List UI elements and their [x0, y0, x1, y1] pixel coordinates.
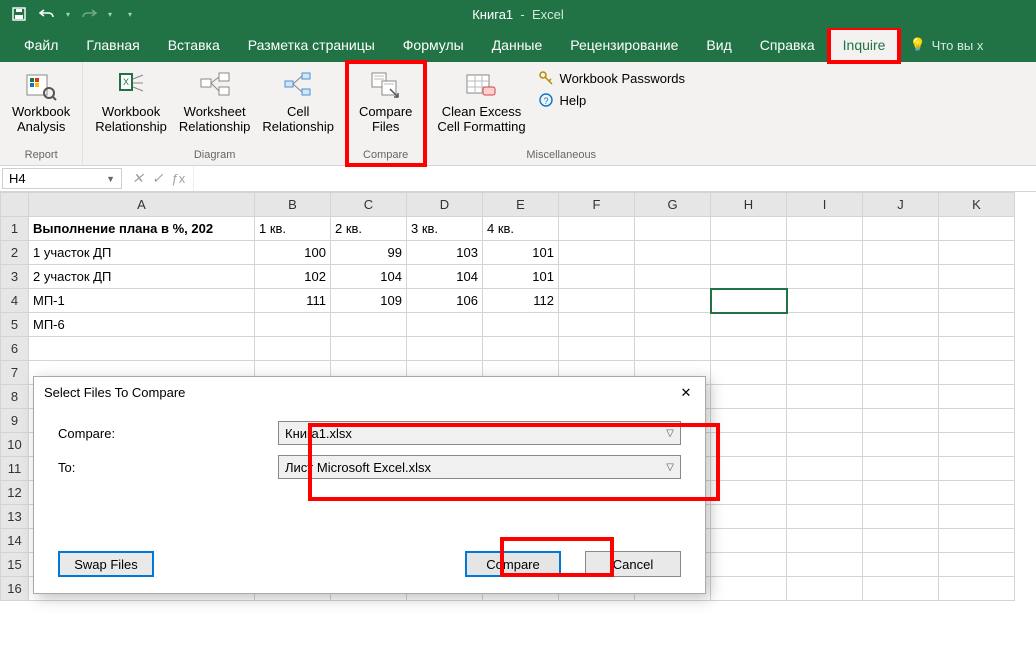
help-button[interactable]: ? Help	[532, 90, 691, 110]
group-compare: Compare Files Compare	[347, 62, 425, 165]
group-label-misc: Miscellaneous	[425, 149, 697, 165]
tab-home[interactable]: Главная	[72, 28, 153, 62]
column-headers[interactable]: ABC DEF GHI JK	[1, 193, 1015, 217]
qat-dropdown-icon[interactable]: ▾	[106, 10, 114, 19]
cancel-button[interactable]: Cancel	[585, 551, 681, 577]
formula-input[interactable]	[193, 166, 1036, 191]
table-row[interactable]: 6	[1, 337, 1015, 361]
lightbulb-icon: 💡	[909, 37, 925, 53]
tab-file[interactable]: Файл	[10, 28, 72, 62]
undo-icon[interactable]	[36, 3, 58, 25]
select-files-dialog: Select Files To Compare ✕ Compare: Книга…	[33, 376, 706, 594]
enter-formula-icon[interactable]: ✓	[152, 170, 164, 187]
group-report: Workbook Analysis Report	[0, 62, 83, 165]
key-icon	[538, 70, 554, 86]
ribbon: Workbook Analysis Report X Workbook Rela…	[0, 62, 1036, 166]
group-diagram: X Workbook Relationship Worksheet Relati…	[83, 62, 347, 165]
tab-pagelayout[interactable]: Разметка страницы	[234, 28, 389, 62]
cancel-formula-icon[interactable]: ✕	[132, 170, 144, 187]
compare-label: Compare:	[58, 426, 278, 441]
workbook-analysis-icon	[24, 68, 58, 102]
table-row[interactable]: 21 участок ДП10099103101	[1, 241, 1015, 265]
ribbon-tabs: Файл Главная Вставка Разметка страницы Ф…	[0, 28, 1036, 62]
qat-sep: ▾	[64, 10, 72, 19]
tab-view[interactable]: Вид	[692, 28, 745, 62]
tab-help[interactable]: Справка	[746, 28, 829, 62]
compare-file-dropdown[interactable]: Книга1.xlsx ▽	[278, 421, 681, 445]
active-cell[interactable]	[711, 289, 787, 313]
chevron-down-icon: ▽	[666, 428, 674, 439]
compare-button[interactable]: Compare	[465, 551, 561, 577]
clean-formatting-icon	[464, 68, 498, 102]
tab-formulas[interactable]: Формулы	[389, 28, 478, 62]
cell-relationship-icon	[281, 68, 315, 102]
window-title: Книга1 - Excel	[472, 7, 564, 22]
workbook-relationship-button[interactable]: X Workbook Relationship	[89, 66, 173, 137]
name-box[interactable]: H4 ▼	[2, 168, 122, 189]
title-bar: ▾ ▾ ▾ Книга1 - Excel	[0, 0, 1036, 28]
workbook-relationship-icon: X	[114, 68, 148, 102]
group-label-report: Report	[0, 149, 82, 165]
svg-text:X: X	[123, 77, 129, 87]
group-misc: Clean Excess Cell Formatting Workbook Pa…	[425, 62, 697, 165]
workbook-passwords-button[interactable]: Workbook Passwords	[532, 68, 691, 88]
fx-icon[interactable]: ƒx	[171, 171, 185, 186]
to-label: To:	[58, 460, 278, 475]
help-icon: ?	[538, 92, 554, 108]
table-row[interactable]: 32 участок ДП102104104101	[1, 265, 1015, 289]
formula-bar: H4 ▼ ✕ ✓ ƒx	[0, 166, 1036, 192]
group-label-compare: Compare	[347, 149, 424, 165]
save-icon[interactable]	[8, 3, 30, 25]
tab-data[interactable]: Данные	[478, 28, 557, 62]
table-row[interactable]: 1 Выполнение плана в %, 202 1 кв. 2 кв. …	[1, 217, 1015, 241]
swap-files-button[interactable]: Swap Files	[58, 551, 154, 577]
table-row[interactable]: 5МП-6	[1, 313, 1015, 337]
formula-bar-buttons: ✕ ✓ ƒx	[124, 166, 193, 191]
quick-access-toolbar: ▾ ▾ ▾	[0, 3, 134, 25]
tell-me-search[interactable]: 💡 Что вы х	[899, 28, 993, 62]
qat-customize-icon[interactable]: ▾	[126, 10, 134, 19]
tab-inquire[interactable]: Inquire	[829, 28, 900, 62]
to-file-dropdown[interactable]: Лист Microsoft Excel.xlsx ▽	[278, 455, 681, 479]
workbook-analysis-button[interactable]: Workbook Analysis	[6, 66, 76, 137]
table-row[interactable]: 4МП-1111109106112	[1, 289, 1015, 313]
tab-insert[interactable]: Вставка	[154, 28, 234, 62]
dialog-title: Select Files To Compare	[44, 385, 185, 403]
group-label-diagram: Diagram	[83, 149, 346, 165]
clean-excess-formatting-button[interactable]: Clean Excess Cell Formatting	[431, 66, 531, 137]
compare-files-button[interactable]: Compare Files	[353, 66, 418, 137]
cell-relationship-button[interactable]: Cell Relationship	[256, 66, 340, 137]
svg-text:?: ?	[543, 96, 548, 106]
worksheet-relationship-button[interactable]: Worksheet Relationship	[173, 66, 257, 137]
tab-review[interactable]: Рецензирование	[556, 28, 692, 62]
compare-files-icon	[369, 68, 403, 102]
close-icon[interactable]: ✕	[677, 385, 695, 403]
chevron-down-icon: ▽	[666, 462, 674, 473]
redo-icon[interactable]	[78, 3, 100, 25]
chevron-down-icon[interactable]: ▼	[106, 174, 115, 184]
worksheet-relationship-icon	[198, 68, 232, 102]
